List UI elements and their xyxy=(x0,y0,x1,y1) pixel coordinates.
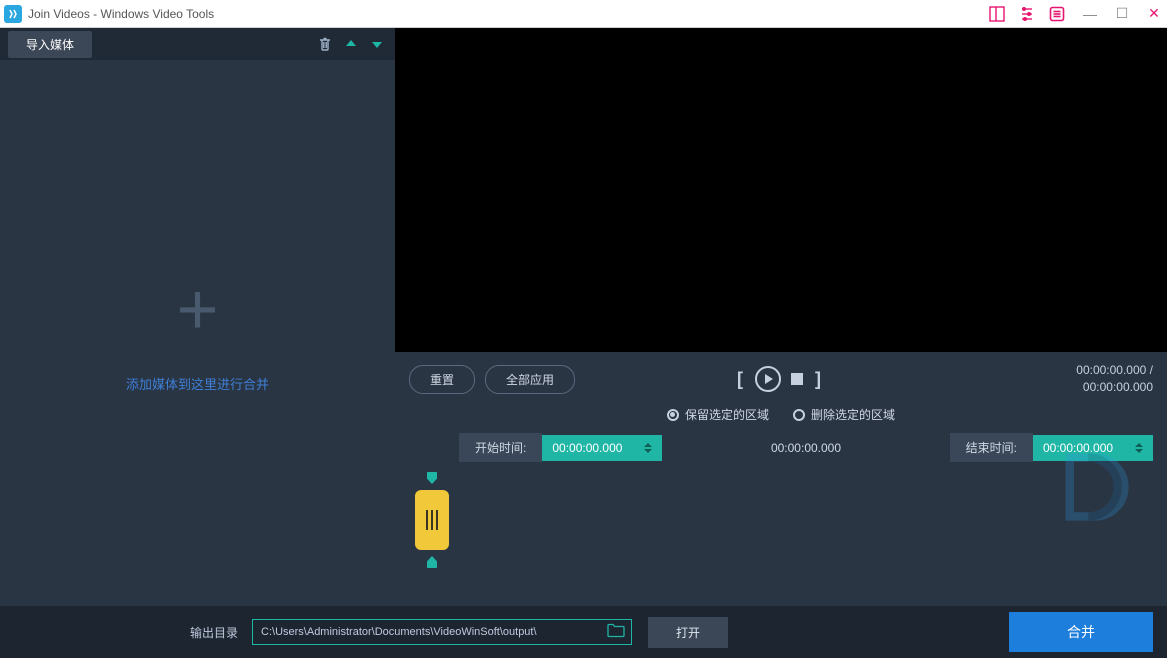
radio-selected-icon xyxy=(667,409,679,421)
app-icon xyxy=(4,5,22,23)
delete-icon[interactable] xyxy=(315,34,335,54)
timeline[interactable] xyxy=(409,472,1153,592)
move-up-icon[interactable] xyxy=(341,34,361,54)
timeline-end-marker[interactable] xyxy=(427,556,437,568)
region-mode-row: 保留选定的区域 删除选定的区域 xyxy=(409,406,1153,423)
reset-button[interactable]: 重置 xyxy=(409,365,475,394)
window-title: Join Videos - Windows Video Tools xyxy=(28,7,987,21)
end-time-label: 结束时间: xyxy=(950,433,1033,462)
start-time-field[interactable]: 00:00:00.000 xyxy=(542,435,662,461)
output-path-field[interactable]: C:\Users\Administrator\Documents\VideoWi… xyxy=(252,619,632,645)
output-path-value: C:\Users\Administrator\Documents\VideoWi… xyxy=(261,626,537,638)
keep-region-radio[interactable]: 保留选定的区域 xyxy=(667,406,769,423)
drop-hint-text: 添加媒体到这里进行合并 xyxy=(126,374,269,393)
time-current: 00:00:00.000 / xyxy=(1076,362,1153,379)
list-icon[interactable] xyxy=(1047,4,1067,24)
media-toolbar: 导入媒体 xyxy=(0,28,395,60)
end-time-value: 00:00:00.000 xyxy=(1043,441,1113,455)
window-controls: — ☐ ✕ xyxy=(1081,5,1163,23)
mark-out-icon[interactable]: ] xyxy=(813,369,823,390)
layout-icon[interactable] xyxy=(987,4,1007,24)
time-range-row: 开始时间: 00:00:00.000 00:00:00.000 结束时间: 00… xyxy=(409,433,1153,462)
end-time-field[interactable]: 00:00:00.000 xyxy=(1033,435,1153,461)
end-time-spinner[interactable] xyxy=(1135,443,1143,453)
main-area: 导入媒体 + 添加媒体到这里进行合并 重置 全部应用 [ xyxy=(0,28,1167,606)
delete-region-radio[interactable]: 删除选定的区域 xyxy=(793,406,895,423)
start-time-label: 开始时间: xyxy=(459,433,542,462)
video-preview xyxy=(395,28,1167,352)
settings-icon[interactable] xyxy=(1017,4,1037,24)
media-drop-zone[interactable]: + 添加媒体到这里进行合并 xyxy=(0,60,395,606)
footer-bar: 输出目录 C:\Users\Administrator\Documents\Vi… xyxy=(0,606,1167,658)
media-panel: 导入媒体 + 添加媒体到这里进行合并 xyxy=(0,28,395,606)
playback-row: 重置 全部应用 [ ] 00:00:00.000 / 00:00:00.000 xyxy=(409,362,1153,396)
current-time-value: 00:00:00.000 xyxy=(662,441,949,455)
delete-region-label: 删除选定的区域 xyxy=(811,406,895,423)
transport-controls: [ ] xyxy=(735,366,823,392)
import-media-button[interactable]: 导入媒体 xyxy=(8,31,92,58)
move-down-icon[interactable] xyxy=(367,34,387,54)
stop-button[interactable] xyxy=(791,373,803,385)
output-dir-label: 输出目录 xyxy=(190,624,238,641)
radio-unselected-icon xyxy=(793,409,805,421)
start-time-value: 00:00:00.000 xyxy=(552,441,622,455)
titlebar: Join Videos - Windows Video Tools — ☐ ✕ xyxy=(0,0,1167,28)
timeline-handle[interactable] xyxy=(415,490,449,550)
maximize-button[interactable]: ☐ xyxy=(1113,5,1131,23)
titlebar-tool-icons xyxy=(987,4,1071,24)
controls-area: 重置 全部应用 [ ] 00:00:00.000 / 00:00:00.000 … xyxy=(395,352,1167,606)
timeline-start-marker[interactable] xyxy=(427,472,437,484)
keep-region-label: 保留选定的区域 xyxy=(685,406,769,423)
merge-button[interactable]: 合并 xyxy=(1009,612,1153,652)
preview-panel: 重置 全部应用 [ ] 00:00:00.000 / 00:00:00.000 … xyxy=(395,28,1167,606)
plus-icon: + xyxy=(176,274,218,346)
apply-all-button[interactable]: 全部应用 xyxy=(485,365,575,394)
start-time-spinner[interactable] xyxy=(644,443,652,453)
play-button[interactable] xyxy=(755,366,781,392)
browse-folder-icon[interactable] xyxy=(607,624,625,641)
open-folder-button[interactable]: 打开 xyxy=(648,617,728,648)
minimize-button[interactable]: — xyxy=(1081,5,1099,23)
mark-in-icon[interactable]: [ xyxy=(735,369,745,390)
play-icon xyxy=(765,374,773,384)
close-button[interactable]: ✕ xyxy=(1145,5,1163,23)
timecode-display: 00:00:00.000 / 00:00:00.000 xyxy=(1076,362,1153,396)
time-total: 00:00:00.000 xyxy=(1076,379,1153,396)
